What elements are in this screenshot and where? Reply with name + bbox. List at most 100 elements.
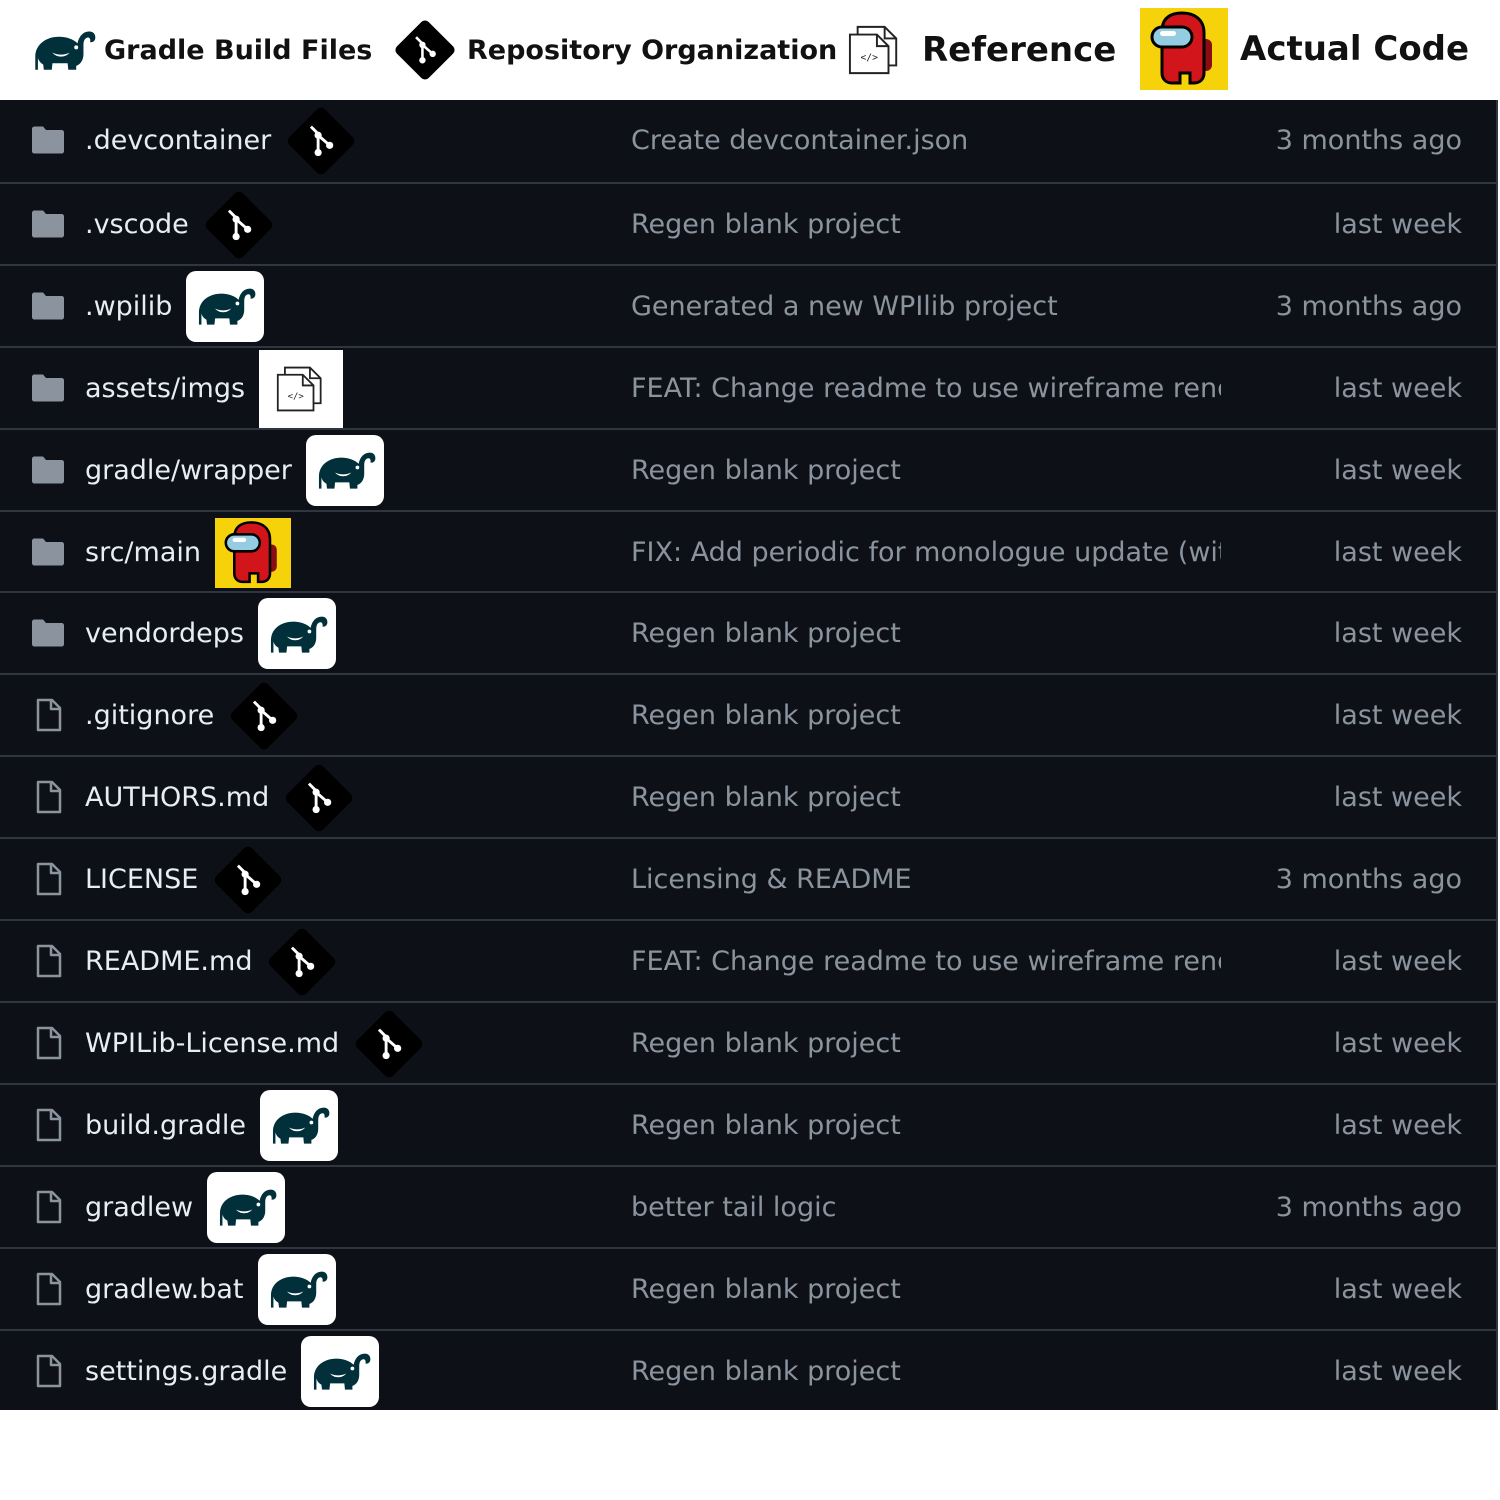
file-name-link[interactable]: gradlew.bat bbox=[85, 1249, 244, 1330]
file-icon bbox=[30, 1271, 66, 1307]
gradle-elephant-icon bbox=[258, 1253, 336, 1325]
commit-message-link[interactable]: Regen blank project bbox=[631, 675, 901, 756]
commit-date: last week bbox=[1333, 1273, 1462, 1305]
file-name-link[interactable]: WPILib-License.md bbox=[85, 1003, 339, 1084]
commit-date: last week bbox=[1333, 208, 1462, 240]
folder-icon bbox=[30, 122, 66, 158]
crewmate-badge bbox=[1140, 8, 1228, 90]
git-icon bbox=[228, 680, 300, 752]
commit-message-link[interactable]: Regen blank project bbox=[631, 1249, 901, 1330]
commit-message-link[interactable]: Regen blank project bbox=[631, 184, 901, 265]
legend-repo-label: Repository Organization bbox=[467, 34, 838, 66]
file-name-link[interactable]: .wpilib bbox=[85, 266, 172, 347]
folder-icon bbox=[30, 206, 66, 242]
git-icon bbox=[393, 18, 457, 82]
legend-code-label: Actual Code bbox=[1240, 29, 1470, 69]
folder-icon bbox=[30, 534, 66, 570]
crewmate-icon bbox=[215, 517, 291, 588]
git-icon bbox=[203, 189, 275, 261]
file-row[interactable]: build.gradle Regen blank project last week bbox=[0, 1082, 1496, 1166]
commit-date: last week bbox=[1333, 618, 1462, 650]
git-icon bbox=[212, 844, 284, 916]
legend-reference: Reference bbox=[846, 0, 1116, 100]
commit-date: last week bbox=[1333, 454, 1462, 486]
commit-date: 3 months ago bbox=[1275, 864, 1462, 896]
commit-date: last week bbox=[1333, 1027, 1462, 1059]
folder-icon bbox=[30, 288, 66, 324]
file-table: .devcontainer Create devcontainer.json 3 m… bbox=[0, 100, 1498, 1410]
file-row[interactable]: .wpilib Generated a new WPIlib project 3 m… bbox=[0, 263, 1496, 347]
commit-message-link[interactable]: Regen blank project bbox=[631, 1003, 901, 1084]
gradle-elephant-icon bbox=[207, 1171, 285, 1243]
commit-date: 3 months ago bbox=[1275, 290, 1462, 322]
git-icon bbox=[266, 926, 338, 998]
gradle-elephant-icon bbox=[260, 1089, 338, 1161]
commit-message-link[interactable]: Licensing & README bbox=[631, 839, 912, 920]
file-row[interactable]: LICENSE Licensing & README 3 months ago bbox=[0, 837, 1496, 918]
file-icon bbox=[30, 697, 66, 733]
commit-message-link[interactable]: better tail logic bbox=[631, 1167, 836, 1248]
file-row[interactable]: AUTHORS.md Regen blank project last week bbox=[0, 755, 1496, 836]
code-file-icon bbox=[259, 349, 343, 428]
file-row[interactable]: WPILib-License.md Regen blank project last… bbox=[0, 1000, 1496, 1084]
commit-message-link[interactable]: Regen blank project bbox=[631, 430, 901, 511]
file-row[interactable]: .devcontainer Create devcontainer.json 3 m… bbox=[0, 100, 1496, 181]
git-icon bbox=[285, 105, 357, 177]
commit-date: last week bbox=[1333, 536, 1462, 568]
file-row[interactable]: README.md FEAT: Change readme to use wire… bbox=[0, 919, 1496, 1000]
commit-message-link[interactable]: Regen blank project bbox=[631, 1331, 901, 1412]
legend: Gradle Build Files Repository Organizati… bbox=[0, 0, 1500, 100]
commit-message-link[interactable]: Generated a new WPIlib project bbox=[631, 266, 1058, 347]
file-icon bbox=[30, 1107, 66, 1143]
gradle-elephant-icon bbox=[258, 598, 336, 670]
file-name-link[interactable]: vendordeps bbox=[85, 593, 244, 674]
file-name-link[interactable]: build.gradle bbox=[85, 1085, 246, 1166]
file-row[interactable]: gradlew.bat Regen blank project last week bbox=[0, 1246, 1496, 1330]
gradle-elephant-icon bbox=[186, 270, 264, 342]
file-name-link[interactable]: src/main bbox=[85, 512, 201, 593]
file-name-link[interactable]: .devcontainer bbox=[85, 100, 271, 181]
file-name-link[interactable]: LICENSE bbox=[85, 839, 198, 920]
git-icon bbox=[283, 762, 355, 834]
file-row[interactable]: gradlew better tail logic 3 months ago bbox=[0, 1164, 1496, 1248]
file-name-link[interactable]: AUTHORS.md bbox=[85, 757, 269, 838]
file-row[interactable]: src/main FIX: Add periodic for monologue … bbox=[0, 509, 1496, 593]
file-name-link[interactable]: settings.gradle bbox=[85, 1331, 287, 1412]
legend-gradle-label: Gradle Build Files bbox=[104, 34, 373, 66]
gradle-elephant-icon bbox=[306, 434, 384, 506]
crewmate-icon bbox=[1144, 9, 1224, 89]
legend-repo: Repository Organization bbox=[393, 0, 837, 100]
commit-date: last week bbox=[1333, 700, 1462, 732]
file-row[interactable]: .gitignore Regen blank project last week bbox=[0, 673, 1496, 754]
file-name-link[interactable]: .vscode bbox=[85, 184, 189, 265]
folder-icon bbox=[30, 452, 66, 488]
commit-message-link[interactable]: FIX: Add periodic for monologue update (… bbox=[631, 512, 1221, 593]
file-row[interactable]: settings.gradle Regen blank project last w… bbox=[0, 1328, 1496, 1412]
gradle-elephant-icon bbox=[301, 1335, 379, 1407]
file-row[interactable]: .vscode Regen blank project last week bbox=[0, 181, 1496, 265]
file-name-link[interactable]: README.md bbox=[85, 921, 252, 1002]
commit-date: 3 months ago bbox=[1275, 125, 1462, 156]
file-name-link[interactable]: gradle/wrapper bbox=[85, 430, 292, 511]
file-name-link[interactable]: assets/imgs bbox=[85, 348, 245, 429]
file-row[interactable]: assets/imgs FEAT: Change readme to use wi… bbox=[0, 345, 1496, 429]
file-icon bbox=[30, 943, 66, 979]
commit-message-link[interactable]: Regen blank project bbox=[631, 757, 901, 838]
commit-message-link[interactable]: FEAT: Change readme to use wireframe ren… bbox=[631, 348, 1221, 429]
file-icon bbox=[30, 1353, 66, 1389]
commit-date: last week bbox=[1333, 782, 1462, 814]
file-icon bbox=[30, 1025, 66, 1061]
file-name-link[interactable]: gradlew bbox=[85, 1167, 193, 1248]
file-icon bbox=[30, 779, 66, 815]
file-row[interactable]: gradle/wrapper Regen blank project last we… bbox=[0, 427, 1496, 511]
file-name-link[interactable]: .gitignore bbox=[85, 675, 214, 756]
file-row[interactable]: vendordeps Regen blank project last week bbox=[0, 591, 1496, 672]
gradle-elephant-icon bbox=[30, 26, 96, 74]
file-icon bbox=[30, 1189, 66, 1225]
legend-code: Actual Code bbox=[1140, 8, 1469, 90]
commit-message-link[interactable]: FEAT: Change readme to use wireframe ren… bbox=[631, 921, 1221, 1002]
git-icon bbox=[353, 1008, 425, 1080]
commit-message-link[interactable]: Regen blank project bbox=[631, 1085, 901, 1166]
commit-message-link[interactable]: Create devcontainer.json bbox=[631, 100, 968, 181]
commit-message-link[interactable]: Regen blank project bbox=[631, 593, 901, 674]
